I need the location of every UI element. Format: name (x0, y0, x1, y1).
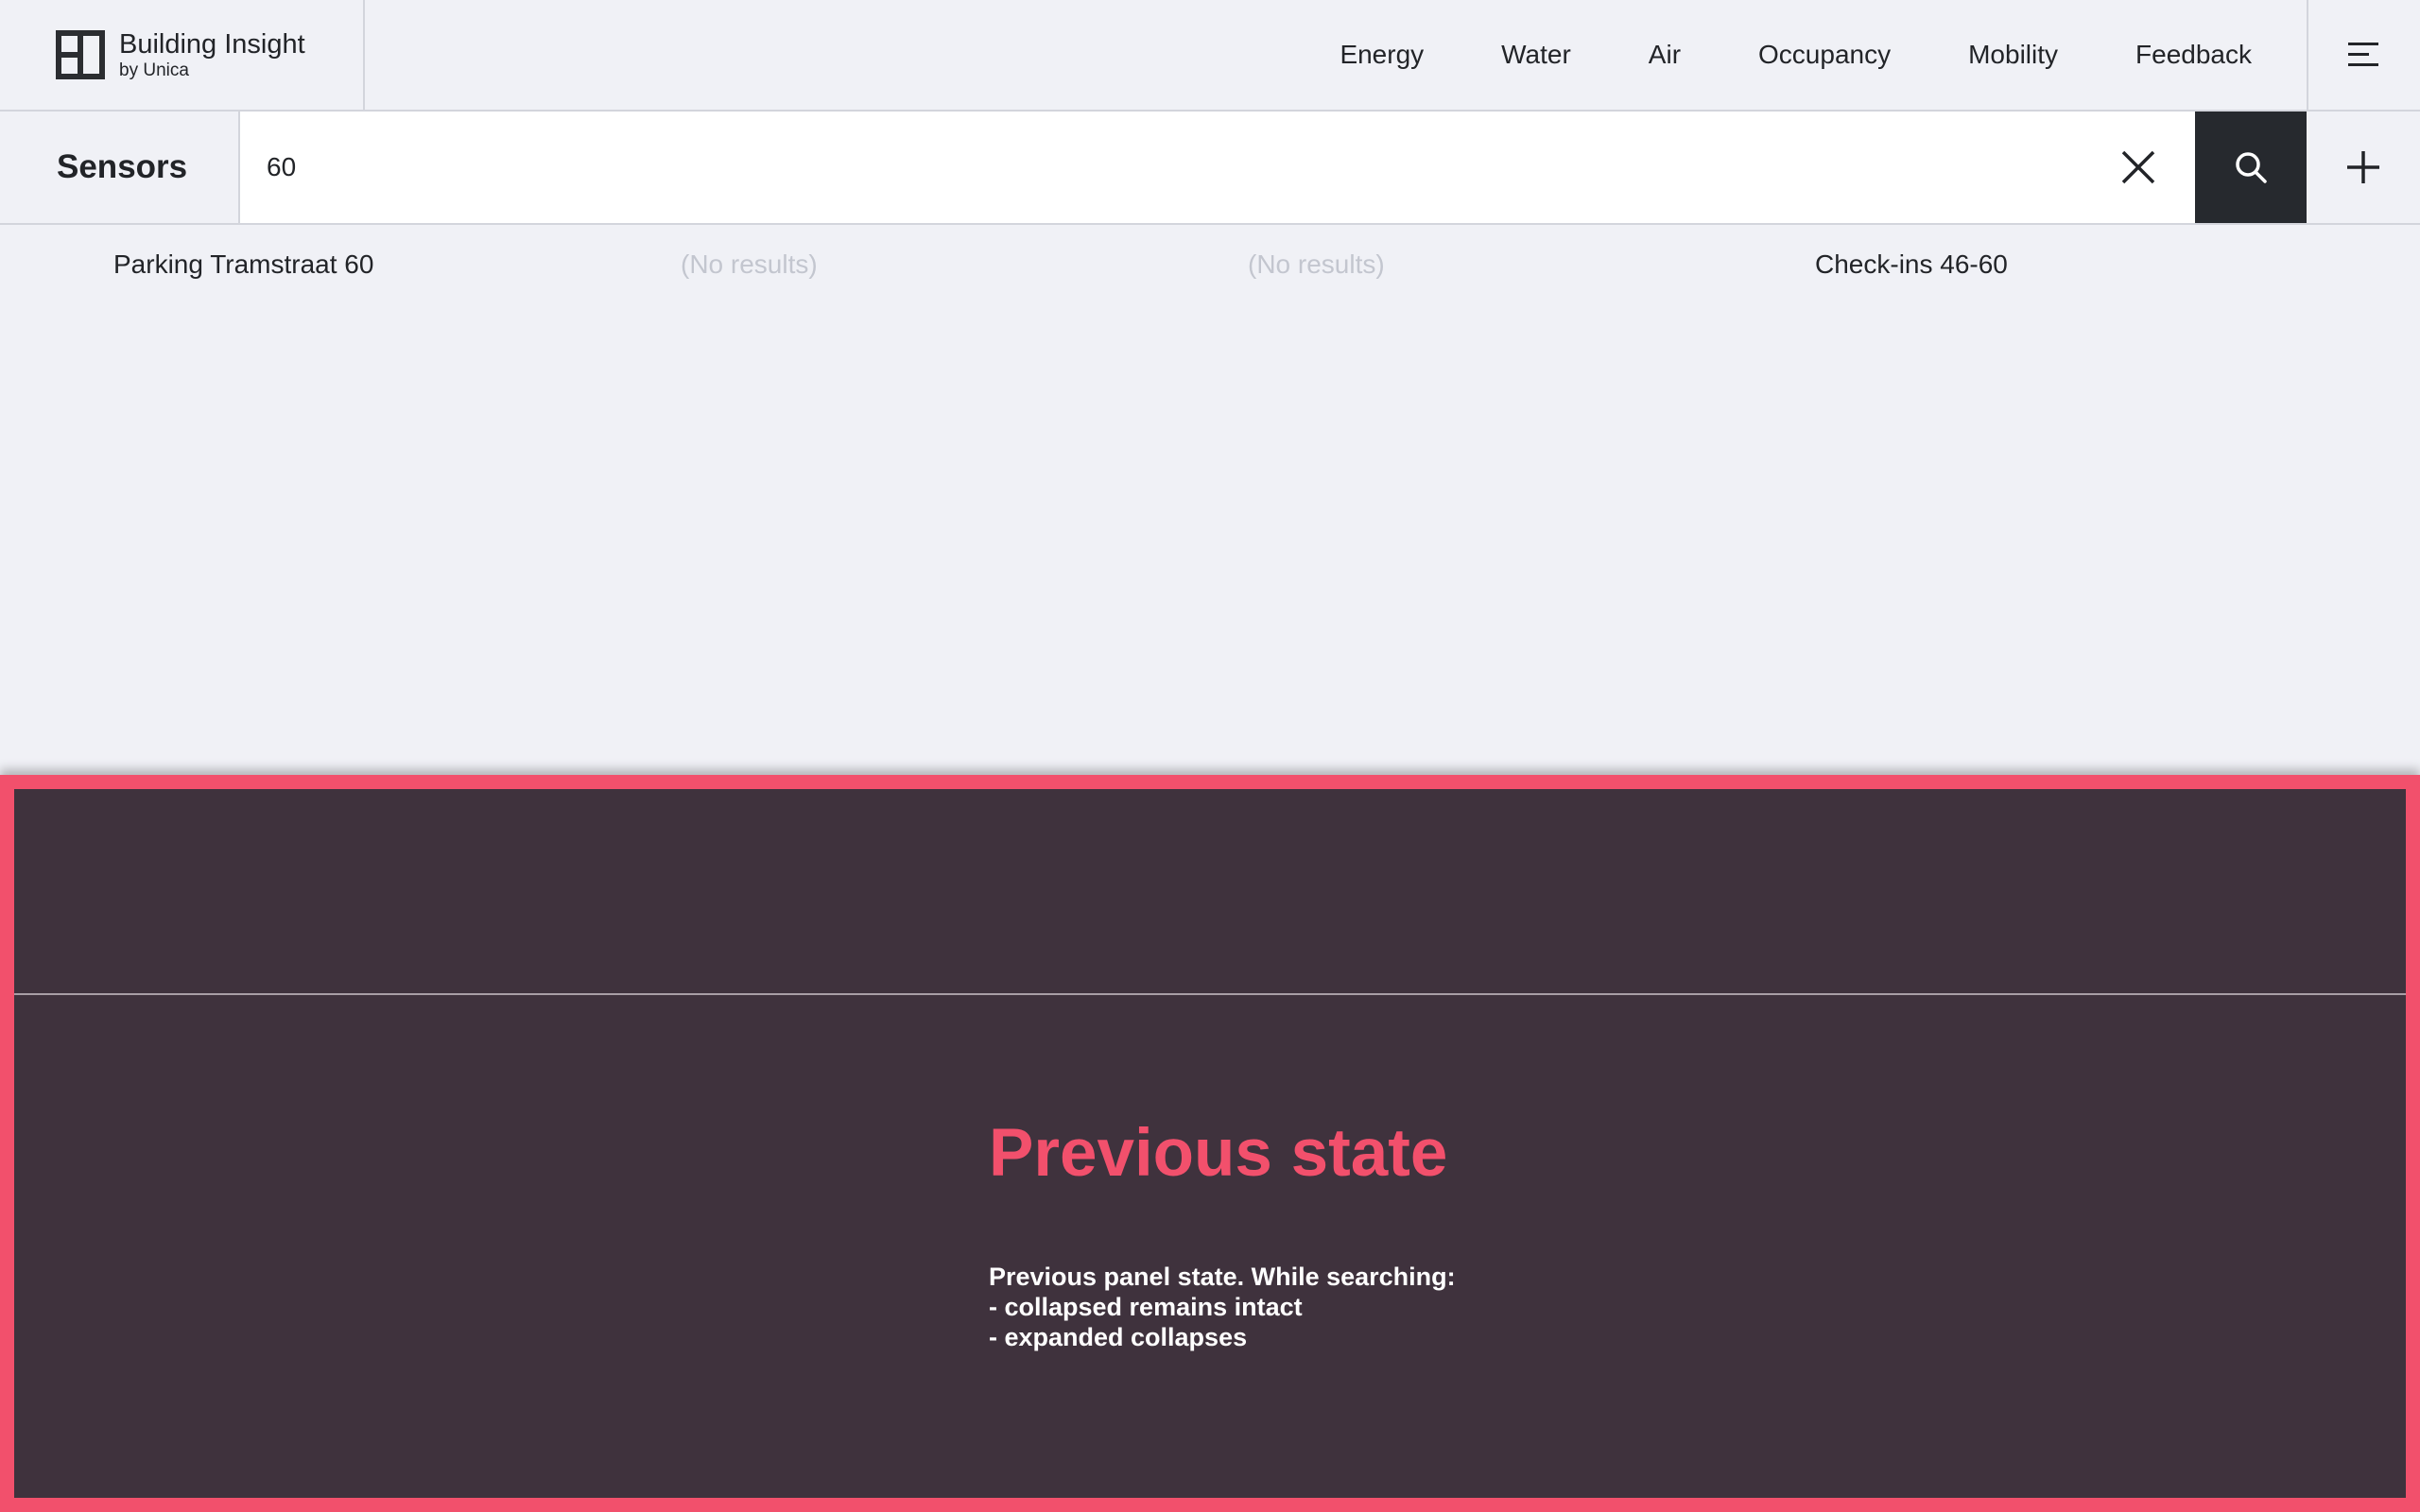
brand-title: Building Insight (119, 29, 305, 60)
result-empty-water: (No results) (681, 249, 818, 279)
main-nav: Energy Water Air Occupancy Mobility Feed… (365, 0, 2307, 110)
annotation-panel: Previous state Previous panel state. Whi… (0, 775, 2420, 1512)
search-section-title: Sensors (0, 112, 240, 223)
annotation-divider (14, 993, 2406, 995)
brand-subtitle: by Unica (119, 60, 189, 80)
nav-item-occupancy[interactable]: Occupancy (1758, 40, 1891, 70)
search-icon (2236, 152, 2267, 183)
search-results: Parking Tramstraat 60 (No results) (No r… (0, 244, 2420, 285)
add-button[interactable] (2307, 112, 2420, 223)
nav-item-feedback[interactable]: Feedback (2135, 40, 2252, 70)
annotation-title: Previous state (989, 1116, 1448, 1191)
sensor-search-bar: Sensors (0, 112, 2420, 225)
search-button[interactable] (2195, 112, 2307, 223)
hamburger-menu-icon (2348, 43, 2378, 66)
annotation-line: - collapsed remains intact (989, 1293, 1303, 1321)
annotation-line: Previous panel state. While searching: (989, 1263, 1456, 1291)
top-navigation-bar: Building Insight by Unica Energy Water A… (0, 0, 2420, 112)
close-icon (2121, 150, 2155, 184)
nav-item-energy[interactable]: Energy (1340, 40, 1424, 70)
search-field (240, 112, 2195, 223)
nav-item-water[interactable]: Water (1501, 40, 1571, 70)
brand[interactable]: Building Insight by Unica (0, 0, 365, 110)
result-item-parking[interactable]: Parking Tramstraat 60 (113, 244, 373, 285)
brand-text: Building Insight by Unica (119, 28, 305, 81)
result-empty-air: (No results) (1248, 249, 1385, 279)
plus-icon (2347, 151, 2379, 183)
clear-search-button[interactable] (2108, 137, 2169, 198)
annotation-line: - expanded collapses (989, 1323, 1248, 1351)
result-item-checkins[interactable]: Check-ins 46-60 (1815, 244, 2008, 285)
menu-button[interactable] (2307, 0, 2420, 110)
annotation-body: Previous panel state. While searching: -… (989, 1262, 1456, 1352)
nav-item-mobility[interactable]: Mobility (1968, 40, 2058, 70)
search-input[interactable] (267, 152, 2108, 182)
nav-item-air[interactable]: Air (1649, 40, 1681, 70)
building-insight-logo-icon (56, 30, 105, 79)
